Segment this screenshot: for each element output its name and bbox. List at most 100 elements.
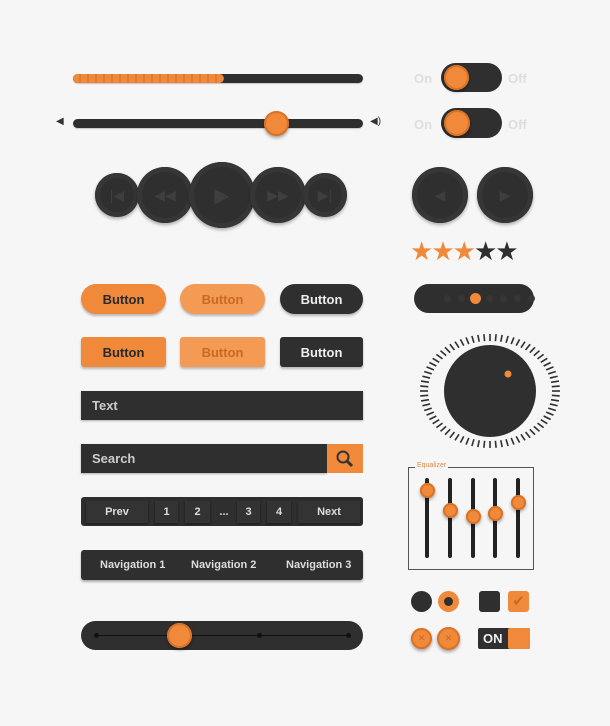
dial-tick	[524, 431, 531, 439]
pagination: Prev 1 2 ... 3 4 Next	[81, 497, 363, 526]
radio-unchecked[interactable]	[411, 591, 432, 612]
close-button[interactable]: ✕	[437, 627, 460, 650]
dial-tick	[454, 341, 460, 349]
dial-tick	[545, 411, 554, 416]
prev-button[interactable]: Prev	[86, 501, 148, 523]
star-icon[interactable]: ★	[495, 236, 518, 266]
on-toggle-handle[interactable]	[508, 628, 530, 649]
radio-dot	[444, 597, 453, 606]
dial-tick	[483, 440, 486, 448]
button-orange-pill[interactable]: Button	[81, 284, 166, 314]
previous-button[interactable]: ◀	[412, 167, 468, 223]
speaker-high-icon: ◀)	[370, 116, 382, 127]
skip-forward-icon: ▶|	[317, 186, 333, 203]
star-icon[interactable]: ★	[474, 236, 497, 266]
page-2[interactable]: 2	[185, 501, 210, 523]
dial-tick	[420, 385, 429, 388]
rewind-button[interactable]: ◀◀	[137, 167, 193, 223]
checkbox-checked[interactable]: ✔	[508, 591, 529, 612]
toggle-switch-2[interactable]	[441, 108, 502, 138]
next-button[interactable]: Next	[298, 501, 360, 523]
skip-forward-button[interactable]: ▶|	[303, 173, 347, 217]
search-input[interactable]: Search	[81, 444, 327, 473]
checkbox-unchecked[interactable]	[479, 591, 500, 612]
dial-tick	[459, 338, 465, 347]
star-rating[interactable]: ★★★★★	[410, 236, 519, 266]
button-dark-pill[interactable]: Button	[280, 284, 363, 314]
volume-knob[interactable]	[264, 111, 289, 136]
star-icon[interactable]: ★	[431, 236, 454, 266]
nav-item-2[interactable]: Navigation 2	[191, 550, 256, 580]
dial-tick	[529, 428, 536, 436]
radio-checked[interactable]	[438, 591, 459, 612]
toggle-knob[interactable]	[444, 110, 470, 136]
star-icon[interactable]: ★	[410, 236, 433, 266]
skip-back-button[interactable]: |◀	[95, 173, 139, 217]
dial-tick	[550, 398, 560, 402]
rotary-knob[interactable]	[418, 334, 563, 448]
page-1[interactable]: 1	[155, 501, 178, 523]
dial-tick	[483, 334, 486, 342]
button-orange-rect[interactable]: Button	[81, 337, 166, 367]
dial-tick	[459, 435, 465, 444]
dial-tick	[510, 337, 515, 345]
dial-tick	[550, 380, 560, 384]
toggle-switch-1[interactable]	[441, 63, 502, 92]
slider-step[interactable]	[470, 293, 481, 304]
dial-tick	[543, 415, 551, 421]
previous-icon: ◀	[434, 186, 446, 203]
dial-tick	[423, 370, 432, 375]
range-slider-knob[interactable]	[167, 623, 193, 648]
page-3[interactable]: 3	[237, 501, 260, 523]
button-light-orange-pill[interactable]: Button	[180, 284, 265, 314]
equalizer-knob[interactable]	[465, 509, 481, 525]
dial-tick	[540, 418, 548, 425]
button-dark-rect[interactable]: Button	[280, 337, 363, 367]
dial-tick	[444, 346, 451, 354]
equalizer-knob[interactable]	[510, 495, 526, 510]
nav-item-3[interactable]: Navigation 3	[286, 550, 351, 580]
slider-step[interactable]	[500, 295, 507, 302]
text-input[interactable]: Text	[81, 391, 363, 420]
toggle-knob[interactable]	[444, 65, 469, 90]
search-button[interactable]	[327, 444, 363, 473]
dial-tick	[449, 343, 456, 351]
slider-step[interactable]	[486, 295, 493, 302]
dial-tick	[435, 353, 443, 360]
slider-step[interactable]	[528, 295, 535, 302]
nav-item-1[interactable]: Navigation 1	[100, 550, 165, 580]
dial-tick	[420, 394, 429, 397]
equalizer-knob[interactable]	[442, 503, 458, 518]
on-toggle[interactable]: ON	[478, 628, 530, 649]
progress-bar	[73, 74, 363, 83]
on-toggle-label: ON	[483, 631, 503, 646]
close-button-small[interactable]: ✕	[411, 628, 432, 649]
next-button[interactable]: ▶	[477, 167, 533, 223]
dial-tick	[548, 407, 557, 412]
button-light-orange-rect[interactable]: Button	[180, 337, 265, 367]
dial-tick	[477, 334, 481, 342]
dial-tick	[520, 433, 526, 441]
equalizer-title: Equalizer	[415, 462, 449, 469]
volume-slider[interactable]	[73, 119, 363, 128]
slider-step[interactable]	[514, 295, 521, 302]
slider-step[interactable]	[444, 295, 451, 302]
dial-tick	[549, 375, 558, 379]
dial-tick	[422, 403, 431, 407]
dial-body[interactable]	[444, 345, 536, 437]
navigation-bar: Navigation 1 Navigation 2 Navigation 3	[81, 550, 363, 580]
range-slider[interactable]	[81, 621, 363, 650]
forward-button[interactable]: ▶▶	[250, 167, 306, 223]
equalizer-knob[interactable]	[487, 506, 503, 522]
equalizer-knob[interactable]	[419, 483, 435, 498]
page-4[interactable]: 4	[267, 501, 291, 523]
star-icon[interactable]: ★	[453, 236, 476, 266]
equalizer-track[interactable]	[448, 478, 452, 558]
range-slider-stop	[257, 633, 262, 638]
slider-step[interactable]	[458, 295, 465, 302]
dot-slider[interactable]	[414, 284, 535, 313]
dial-tick	[499, 334, 503, 342]
equalizer-track[interactable]	[516, 478, 520, 558]
play-button[interactable]: ▶	[189, 162, 255, 228]
dial-tick	[520, 341, 526, 349]
